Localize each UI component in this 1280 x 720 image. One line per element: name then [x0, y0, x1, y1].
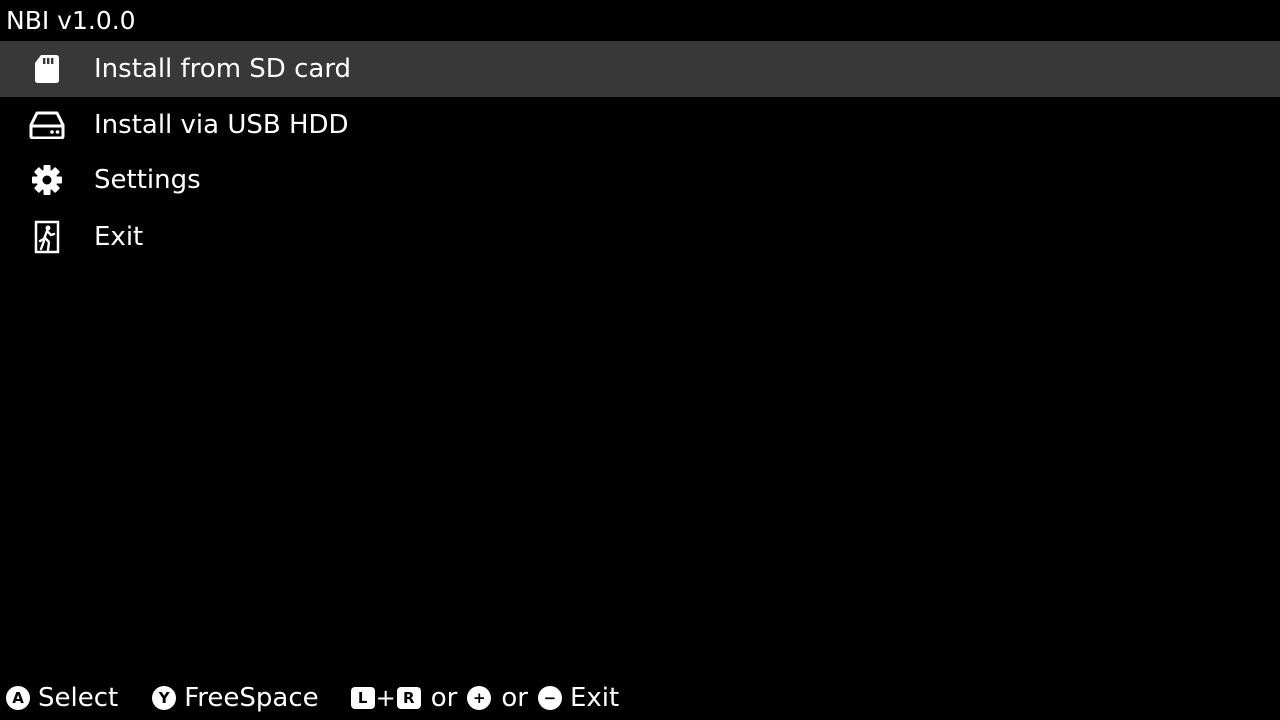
hint-exit: L + R or + or − Exit: [350, 683, 620, 713]
hint-freespace: Y FreeSpace: [152, 683, 319, 713]
menu-item-label: Settings: [94, 165, 201, 195]
or-text: or: [501, 683, 528, 713]
y-button-icon: Y: [152, 686, 177, 710]
plus-button-icon: +: [467, 686, 492, 710]
hard-drive-icon: [28, 106, 66, 144]
hint-exit-label: Exit: [569, 683, 620, 713]
plus-sign: +: [375, 684, 396, 712]
menu-item-settings[interactable]: Settings: [0, 153, 1280, 207]
menu-item-install-usb[interactable]: Install via USB HDD: [0, 97, 1280, 153]
app-title: NBI v1.0.0: [6, 6, 136, 35]
a-button-icon: A: [6, 686, 30, 710]
hint-select: A Select: [6, 683, 118, 713]
hint-select-label: Select: [38, 683, 119, 713]
r-button-icon: R: [396, 687, 421, 709]
minus-button-icon: −: [537, 686, 562, 710]
menu-item-label: Install from SD card: [94, 54, 352, 84]
main-menu: Install from SD card Install via USB HDD: [0, 41, 1280, 267]
menu-item-exit[interactable]: Exit: [0, 207, 1280, 267]
menu-item-label: Install via USB HDD: [94, 110, 349, 140]
menu-item-label: Exit: [94, 222, 144, 252]
l-button-icon: L: [350, 687, 375, 709]
button-hints-bar: A Select Y FreeSpace L + R or + or − Exi…: [6, 680, 619, 716]
sd-card-icon: [28, 50, 66, 88]
or-text: or: [430, 683, 458, 713]
hint-freespace-label: FreeSpace: [184, 683, 319, 713]
gear-icon: [28, 161, 66, 199]
exit-door-icon: [28, 218, 66, 256]
app-window: NBI v1.0.0 Install from SD card Install …: [0, 0, 1280, 720]
menu-item-install-sd[interactable]: Install from SD card: [0, 41, 1280, 97]
